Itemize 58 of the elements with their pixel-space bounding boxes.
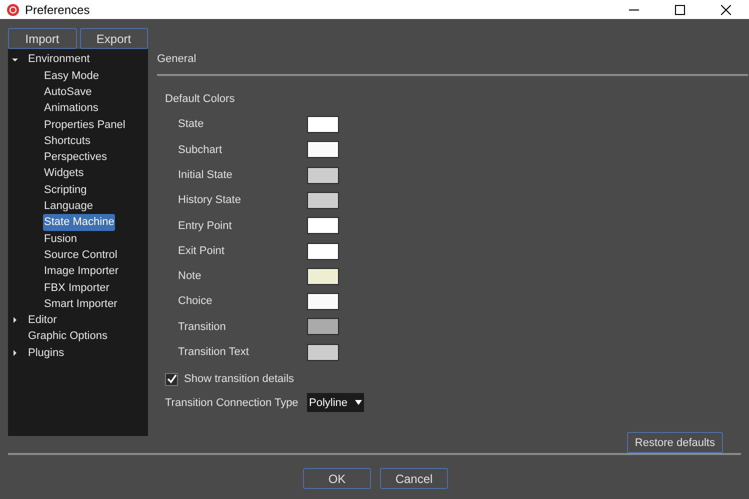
ok-button[interactable]: OK	[303, 468, 371, 489]
tree-item[interactable]: Widgets	[44, 165, 84, 182]
section-title: General	[157, 52, 198, 66]
tree-item[interactable]: FBX Importer	[44, 280, 110, 296]
app-logo-icon	[6, 2, 20, 17]
tree-item[interactable]: AutoSave	[44, 84, 92, 100]
tree-item[interactable]: Scripting	[44, 182, 87, 198]
color-label: Note	[178, 269, 202, 284]
tree-item[interactable]: State Machine	[43, 214, 116, 231]
color-label: Transition	[178, 320, 227, 335]
tree-item[interactable]: Easy Mode	[44, 68, 100, 84]
color-swatch[interactable]	[307, 116, 339, 134]
color-label: Entry Point	[178, 218, 233, 234]
color-label: Initial State	[178, 168, 234, 183]
tree-item[interactable]: Fusion	[44, 230, 78, 248]
tree-item[interactable]: Language	[44, 198, 93, 215]
tree-item[interactable]: Animations	[44, 100, 98, 117]
color-swatch[interactable]	[307, 268, 339, 285]
color-label: Choice	[178, 294, 214, 310]
restore-defaults-button[interactable]: Restore defaults	[626, 432, 723, 454]
tree-item[interactable]: Shortcuts	[44, 132, 90, 150]
tree-item[interactable]: Smart Importer	[44, 296, 118, 312]
checkbox-label: Show transition details	[184, 372, 294, 387]
tree-item[interactable]: Graphic Options	[28, 328, 108, 345]
color-label: History State	[178, 193, 242, 208]
color-label: Subchart	[178, 142, 224, 158]
dropdown-arrow-icon	[354, 400, 362, 406]
tree-item[interactable]: Source Control	[44, 246, 118, 264]
color-swatch[interactable]	[307, 318, 339, 336]
checkbox[interactable]	[165, 372, 178, 386]
color-swatch[interactable]	[307, 217, 339, 234]
color-swatch[interactable]	[307, 166, 339, 184]
tree-item[interactable]: Environment	[28, 51, 90, 68]
collapsed-arrow-icon[interactable]	[12, 317, 18, 324]
maximize-icon	[675, 4, 685, 15]
color-swatch[interactable]	[307, 242, 339, 260]
collapsed-arrow-icon[interactable]	[12, 350, 18, 356]
close-icon	[721, 4, 731, 15]
export-button[interactable]: Export	[80, 28, 148, 50]
color-label: Transition Text	[178, 345, 250, 360]
color-swatch[interactable]	[307, 192, 339, 209]
tree-item[interactable]: Editor	[28, 312, 57, 329]
color-swatch[interactable]	[307, 293, 339, 310]
import-button[interactable]: Import	[8, 28, 76, 50]
window-title: Preferences	[25, 2, 90, 19]
tree-item[interactable]: Perspectives	[44, 149, 107, 166]
tree-item[interactable]: Image Importer	[44, 263, 119, 280]
color-label: State	[178, 117, 205, 132]
tree-item[interactable]: Plugins	[28, 344, 64, 362]
color-label: Exit Point	[178, 244, 226, 259]
tree-item[interactable]: Properties Panel	[44, 116, 126, 134]
color-swatch[interactable]	[307, 344, 339, 361]
dropdown[interactable]: Polyline	[307, 393, 364, 412]
cancel-button[interactable]: Cancel	[380, 468, 448, 489]
field-label: Transition Connection Type	[165, 396, 300, 411]
color-swatch[interactable]	[307, 141, 339, 158]
expanded-arrow-icon[interactable]	[12, 56, 18, 63]
group-title: Default Colors	[165, 92, 236, 108]
